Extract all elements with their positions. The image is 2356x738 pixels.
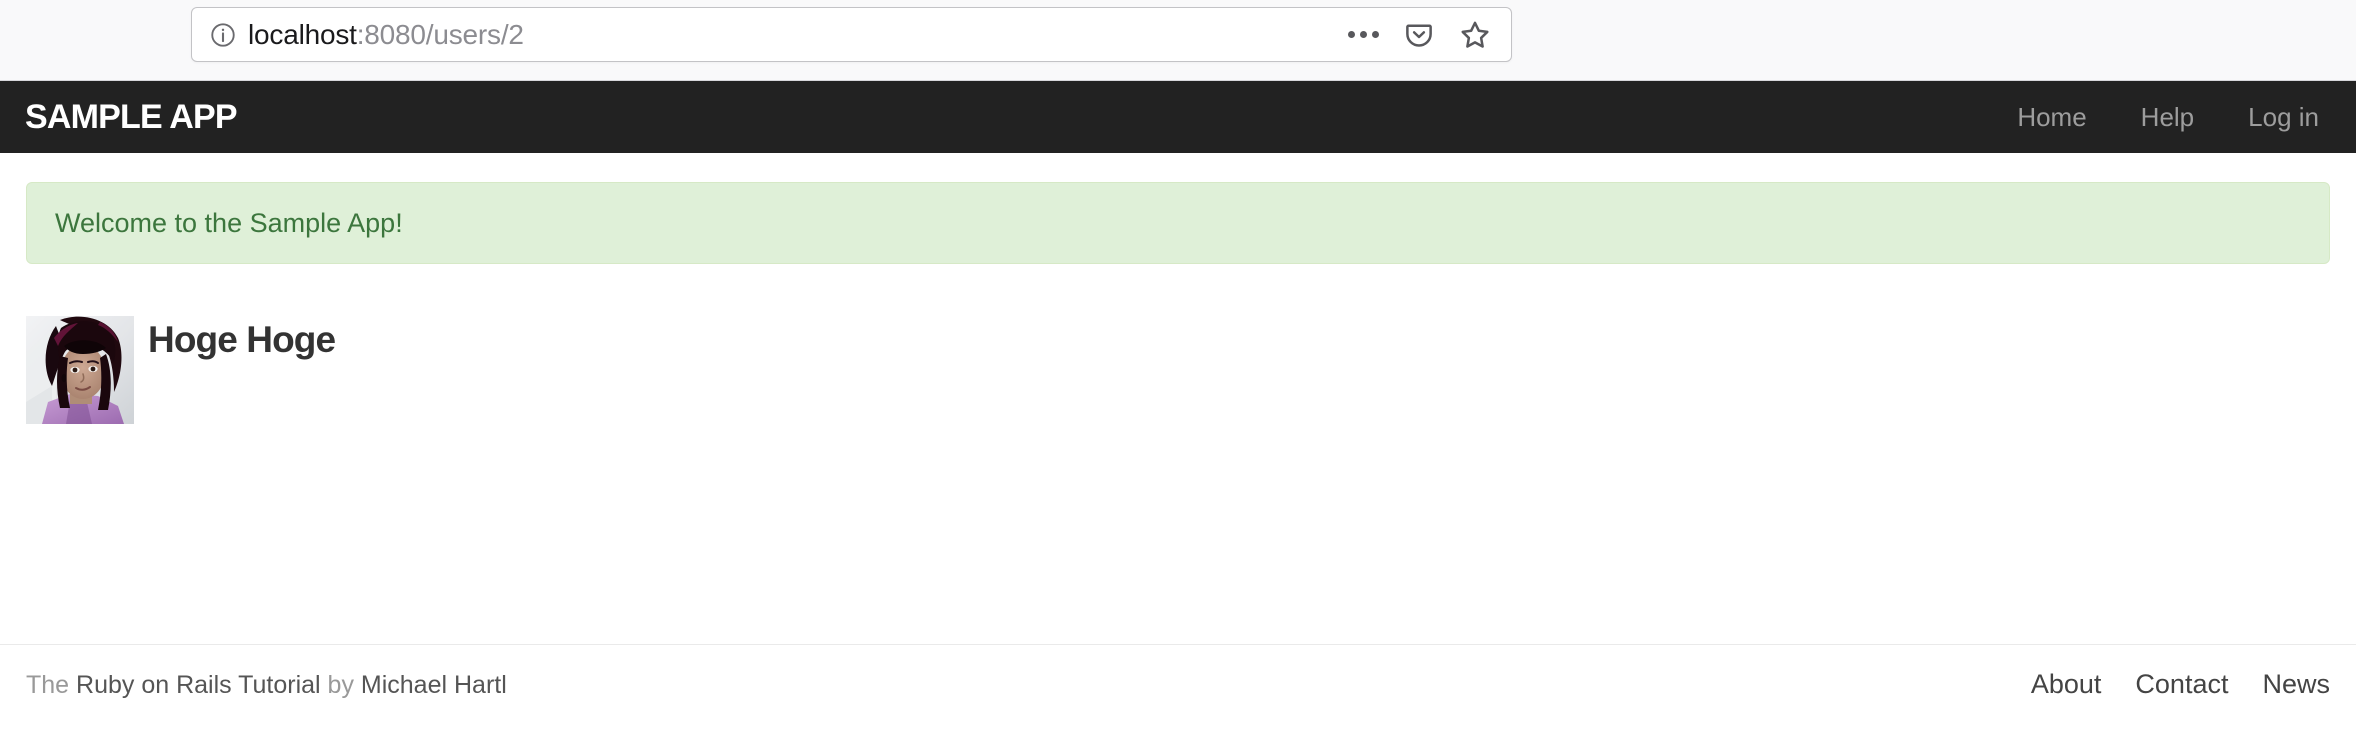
url-path: :8080/users/2 xyxy=(356,18,524,50)
footer-link-author[interactable]: Michael Hartl xyxy=(361,671,507,699)
url-host: localhost xyxy=(248,18,357,50)
footer-link-news[interactable]: News xyxy=(2228,671,2330,698)
address-bar-actions xyxy=(1345,17,1511,53)
footer-inner: The Ruby on Rails Tutorial by Michael Ha… xyxy=(26,645,2330,698)
site-footer: The Ruby on Rails Tutorial by Michael Ha… xyxy=(0,644,2356,698)
footer-credit: The Ruby on Rails Tutorial by Michael Ha… xyxy=(26,673,507,698)
page-container: Welcome to the Sample App! Hoge Hoge xyxy=(0,182,2356,424)
footer-credit-middle: by xyxy=(320,671,361,699)
nav-link-help[interactable]: Help xyxy=(2114,104,2221,130)
user-name-heading: Hoge Hoge xyxy=(148,319,336,360)
navbar-brand[interactable]: SAMPLE APP xyxy=(25,100,238,134)
site-navbar: SAMPLE APP Home Help Log in xyxy=(0,81,2356,153)
user-profile-header: Hoge Hoge xyxy=(26,316,2330,424)
nav-link-home[interactable]: Home xyxy=(1990,104,2113,130)
footer-link-about[interactable]: About xyxy=(1997,671,2102,698)
navbar-links: Home Help Log in xyxy=(1990,104,2356,130)
footer-nav: About Contact News xyxy=(1997,671,2330,698)
page-actions-icon[interactable] xyxy=(1345,17,1381,53)
pocket-icon[interactable] xyxy=(1401,17,1437,53)
info-circle-icon[interactable] xyxy=(208,20,238,50)
flash-message-text: Welcome to the Sample App! xyxy=(55,207,403,238)
bookmark-star-icon[interactable] xyxy=(1457,17,1493,53)
address-bar[interactable]: localhost:8080/users/2 xyxy=(191,7,1512,62)
footer-link-contact[interactable]: Contact xyxy=(2101,671,2228,698)
flash-success-alert: Welcome to the Sample App! xyxy=(26,182,2330,264)
gravatar-image xyxy=(26,316,134,424)
url-text[interactable]: localhost:8080/users/2 xyxy=(248,18,524,50)
nav-link-login[interactable]: Log in xyxy=(2221,104,2346,130)
browser-toolbar: localhost:8080/users/2 xyxy=(0,0,2356,81)
footer-credit-prefix: The xyxy=(26,671,77,699)
footer-link-tutorial[interactable]: Ruby on Rails Tutorial xyxy=(76,671,321,699)
